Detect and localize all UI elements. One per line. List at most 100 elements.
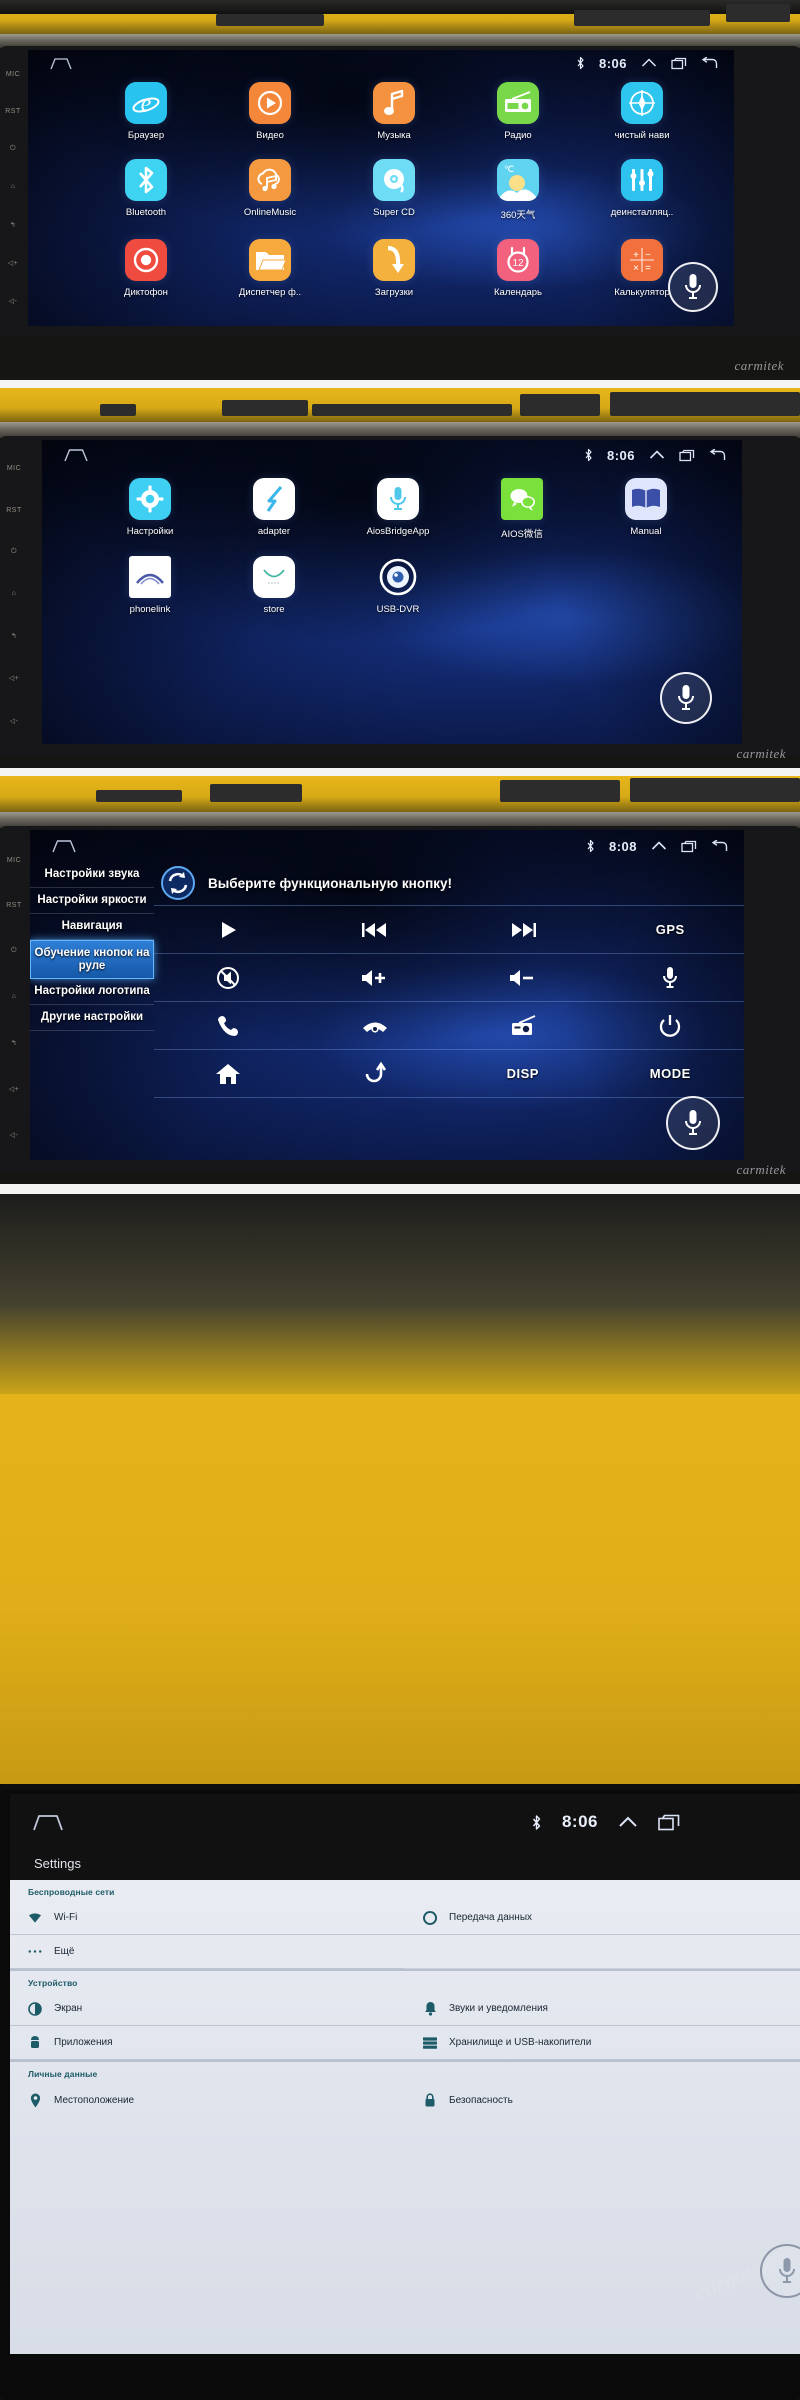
recents-icon[interactable]	[679, 449, 695, 462]
func-power[interactable]	[596, 1002, 744, 1050]
back-icon[interactable]	[711, 839, 728, 853]
app-item[interactable]: USB-DVR	[336, 556, 460, 615]
app-item[interactable]: AIOS微信	[460, 478, 584, 540]
recents-icon[interactable]	[681, 840, 697, 853]
hardware-side-keys[interactable]: MIC RST ⏻ ⌂ ↰ ◁+ ◁-	[0, 48, 26, 328]
chevron-up-icon[interactable]	[618, 1815, 638, 1830]
chevron-up-icon[interactable]	[641, 57, 657, 69]
voice-assistant-button[interactable]	[668, 262, 718, 312]
menu-item-steering-wheel-learning[interactable]: Обучение кнопок на руле	[30, 939, 154, 980]
func-mode[interactable]: MODE	[596, 1050, 744, 1098]
app-item[interactable]: Видео	[208, 82, 332, 141]
app-item[interactable]: Диктофон	[84, 239, 208, 298]
screen-home-page-1[interactable]: 8:06 e Браузер Видео Музыка Радио чистый…	[28, 50, 734, 326]
func-volume-up[interactable]	[301, 954, 449, 1002]
settings-row-data-usage[interactable]: Передача данных	[405, 1901, 800, 1935]
settings-row-storage[interactable]: Хранилище и USB-накопители	[405, 2026, 800, 2060]
app-item[interactable]: Настройки	[88, 478, 212, 540]
key-home-icon[interactable]: ⌂	[11, 183, 16, 190]
menu-item-logo-settings[interactable]: Настройки логотипа	[30, 979, 154, 1006]
voice-assistant-button[interactable]	[666, 1096, 720, 1150]
settings-row-display[interactable]: Экран	[10, 1992, 405, 2026]
app-label: деинсталляц..	[610, 207, 674, 218]
key-vol-down-icon[interactable]: ◁-	[10, 1131, 19, 1139]
menu-item-brightness-settings[interactable]: Настройки яркости	[30, 888, 154, 914]
app-item[interactable]: Manual	[584, 478, 708, 540]
key-power-icon[interactable]: ⏻	[11, 947, 17, 955]
chevron-up-icon[interactable]	[649, 449, 665, 461]
screen-android-settings[interactable]: 8:06 Settings Беспроводные сети Wi-Fi Пе…	[10, 1794, 800, 2354]
settings-row-location[interactable]: Местоположение	[10, 2083, 405, 2117]
app-item[interactable]: phonelink	[88, 556, 212, 615]
app-item[interactable]: Super CD	[332, 159, 456, 221]
func-phone-hangup[interactable]	[301, 1002, 449, 1050]
menu-item-other-settings[interactable]: Другие настройки	[30, 1005, 154, 1032]
hardware-side-keys[interactable]: MIC RST ⏻ ⌂ ↰ ◁+ ◁-	[0, 830, 28, 1166]
key-home-icon[interactable]: ⌂	[12, 590, 17, 597]
app-item[interactable]: 12 Календарь	[456, 239, 580, 298]
menu-item-sound-settings[interactable]: Настройки звука	[30, 862, 154, 888]
func-disp-label: DISP	[506, 1066, 539, 1081]
voice-assistant-button[interactable]	[660, 672, 712, 724]
app-item[interactable]: adapter	[212, 478, 336, 540]
home-icon[interactable]	[50, 57, 72, 70]
func-previous-track[interactable]	[301, 906, 449, 954]
key-vol-up-icon[interactable]: ◁+	[9, 1085, 19, 1093]
app-item-empty	[584, 556, 708, 615]
key-back-icon[interactable]: ↰	[11, 1039, 17, 1047]
key-power-icon[interactable]: ⏻	[11, 548, 17, 556]
home-icon[interactable]	[32, 1813, 64, 1831]
func-play[interactable]	[154, 906, 302, 954]
key-back-icon[interactable]: ↰	[11, 632, 17, 640]
func-voice[interactable]	[596, 954, 744, 1002]
home-icon[interactable]	[64, 448, 88, 462]
func-volume-down[interactable]	[449, 954, 597, 1002]
key-vol-down-icon[interactable]: ◁-	[10, 717, 19, 725]
screen-steering-wheel-learning[interactable]: 8:08 Настройки звука Настройки яркости Н…	[30, 830, 744, 1160]
recents-icon[interactable]	[671, 57, 687, 70]
app-item[interactable]: ℃ 360天气	[456, 159, 580, 221]
app-item[interactable]: деинсталляц..	[580, 159, 704, 221]
key-power-icon[interactable]: ⏻	[10, 145, 16, 153]
func-home[interactable]	[154, 1050, 302, 1098]
settings-row-sounds[interactable]: Звуки и уведомления	[405, 1992, 800, 2026]
key-vol-down-icon[interactable]: ◁-	[9, 297, 18, 305]
app-item[interactable]: Загрузки	[332, 239, 456, 298]
app-item[interactable]: Музыка	[332, 82, 456, 141]
hardware-side-keys[interactable]: MIC RST ⏻ ⌂ ↰ ◁+ ◁-	[0, 440, 28, 750]
app-label: Загрузки	[374, 287, 414, 298]
menu-item-navigation[interactable]: Навигация	[30, 914, 154, 940]
next-track-icon	[511, 922, 536, 937]
settings-row-security[interactable]: Безопасность	[405, 2083, 800, 2117]
func-radio[interactable]	[449, 1002, 597, 1050]
back-icon[interactable]	[709, 448, 726, 462]
app-item[interactable]: Радио	[456, 82, 580, 141]
key-back-icon[interactable]: ↰	[10, 221, 16, 229]
app-item[interactable]: чистый нави	[580, 82, 704, 141]
app-item[interactable]: e Браузер	[84, 82, 208, 141]
home-icon[interactable]	[52, 839, 76, 853]
app-item[interactable]: AiosBridgeApp	[336, 478, 460, 540]
refresh-circle-icon[interactable]	[160, 865, 196, 901]
func-next-track[interactable]	[449, 906, 597, 954]
app-item[interactable]: Bluetooth	[84, 159, 208, 221]
func-phone-call[interactable]	[154, 1002, 302, 1050]
android-icon	[28, 2035, 42, 2050]
key-vol-up-icon[interactable]: ◁+	[9, 674, 19, 682]
func-back[interactable]	[301, 1050, 449, 1098]
settings-row-more[interactable]: Ещё	[10, 1935, 405, 1969]
back-icon[interactable]	[701, 56, 718, 70]
app-item[interactable]: store	[212, 556, 336, 615]
recents-icon[interactable]	[658, 1814, 680, 1831]
func-gps[interactable]: GPS	[596, 906, 744, 954]
func-disp[interactable]: DISP	[449, 1050, 597, 1098]
app-item[interactable]: Диспетчер ф..	[208, 239, 332, 298]
func-mute[interactable]	[154, 954, 302, 1002]
settings-row-wifi[interactable]: Wi-Fi	[10, 1901, 405, 1935]
app-item[interactable]: OnlineMusic	[208, 159, 332, 221]
key-home-icon[interactable]: ⌂	[12, 993, 17, 1000]
key-vol-up-icon[interactable]: ◁+	[8, 259, 18, 267]
chevron-up-icon[interactable]	[651, 840, 667, 852]
settings-row-apps[interactable]: Приложения	[10, 2026, 405, 2060]
screen-home-page-2[interactable]: 8:06 Настройки adapter AiosBridgeApp AIO…	[42, 440, 742, 744]
